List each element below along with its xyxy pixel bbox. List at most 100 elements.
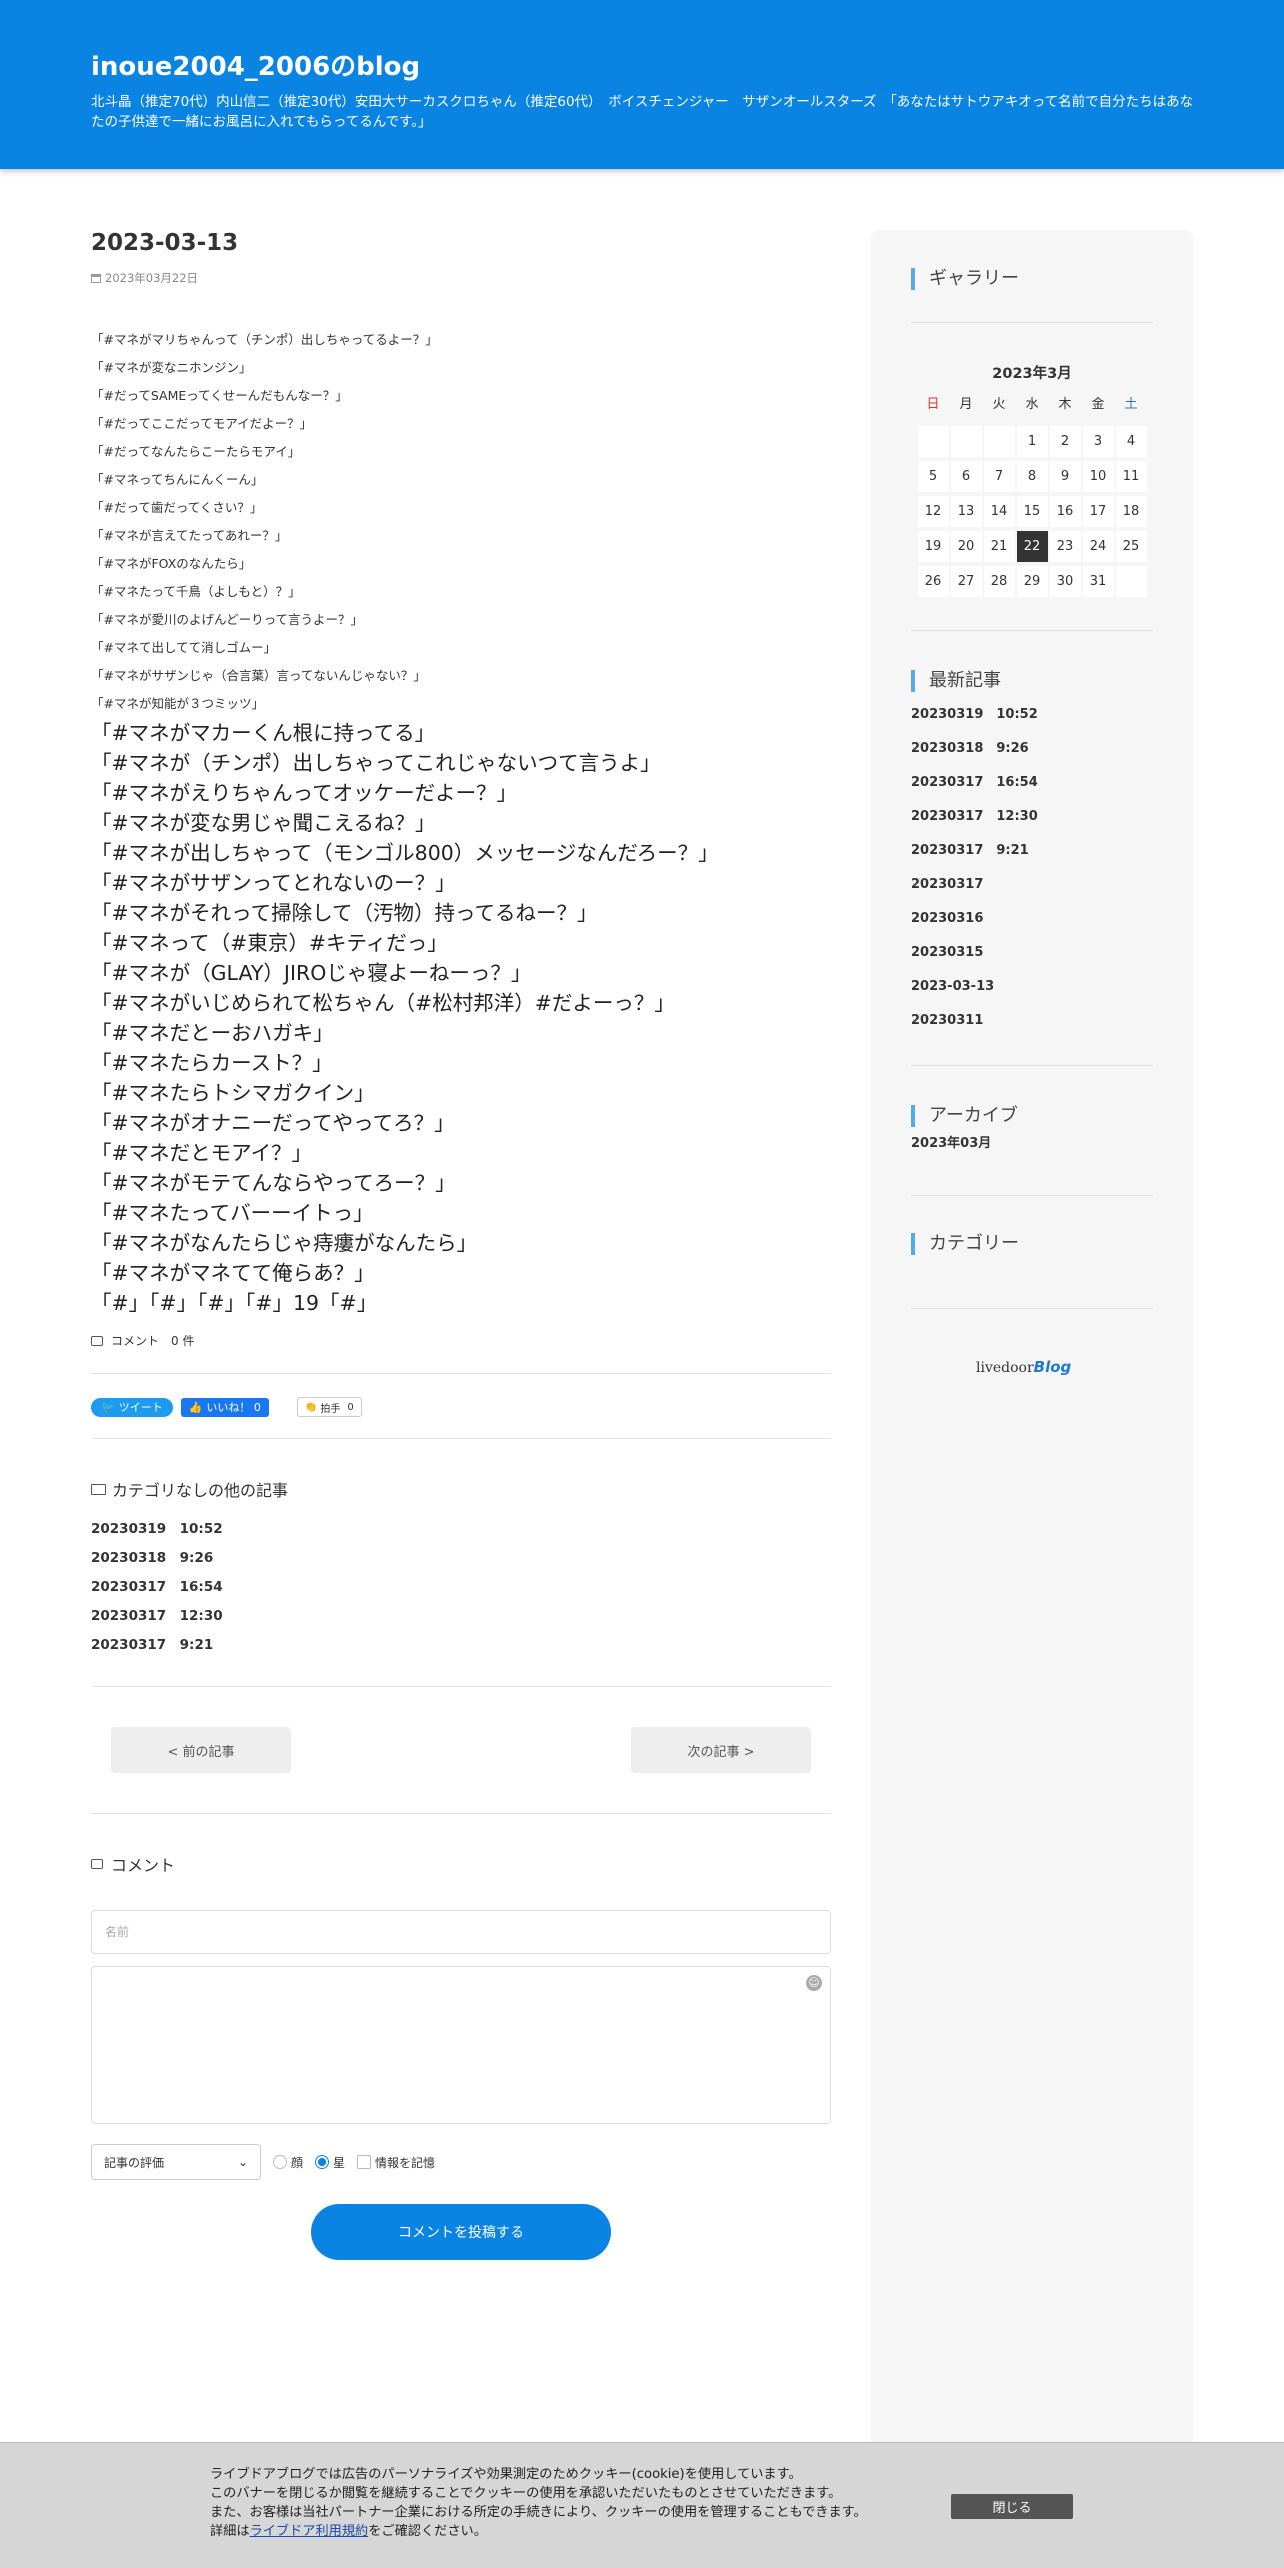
divider: [91, 1373, 831, 1374]
related-article-link[interactable]: 20230317 9:21: [91, 1631, 831, 1660]
recent-post-link[interactable]: 20230317 12:30: [911, 800, 1153, 834]
related-article-link[interactable]: 20230319 10:52: [91, 1515, 831, 1544]
cookie-close-button[interactable]: 閉じる: [951, 2494, 1073, 2519]
recent-post-link[interactable]: 20230317 16:54: [911, 766, 1153, 800]
recent-post-link[interactable]: 20230318 9:26: [911, 732, 1153, 766]
divider: [911, 1065, 1153, 1066]
recent-posts-list: 20230319 10:52 20230318 9:26 20230317 16:5…: [911, 698, 1153, 1038]
social-buttons: 🐦 ツイート 👍 いいね！ 0 👏 拍手 0: [91, 1396, 831, 1418]
tweet-button[interactable]: 🐦 ツイート: [91, 1397, 173, 1417]
face-radio-option[interactable]: 顔: [273, 2154, 303, 2171]
livedoor-blog-logo[interactable]: livedoorBlog: [976, 1358, 1071, 1376]
calendar-day: 29: [1016, 566, 1048, 597]
star-radio[interactable]: [315, 2155, 330, 2169]
calendar-day: 3: [1082, 426, 1114, 457]
livedoor-logo-text: livedoor: [976, 1360, 1034, 1376]
cookie-line-post: をご確認ください。: [368, 2524, 487, 2539]
star-radio-label: 星: [333, 2155, 346, 2170]
calendar-weekday: 火: [992, 396, 1006, 412]
calendar-day: 11: [1115, 461, 1147, 492]
post-line-large: 「#マネが（チンポ）出しちゃってこれじゃないつて言うよ」: [91, 751, 661, 775]
archive-link[interactable]: 2023年03月: [911, 1127, 1153, 1161]
calendar-day: 25: [1115, 531, 1147, 562]
post-line-large: 「#マネがマカーくん根に持ってる」: [91, 721, 436, 745]
post-line: 「#だってなんたらこーたらモアイ」: [91, 444, 301, 459]
blog-logo-text: Blog: [1033, 1358, 1072, 1376]
related-article-link[interactable]: 20230317 12:30: [91, 1602, 831, 1631]
post-date-text: 2023年03月22日: [105, 271, 199, 285]
post-line: 「#マネたって千鳥（よしもと）？」: [91, 584, 301, 599]
recent-post-link[interactable]: 2023-03-13: [911, 970, 1153, 1004]
emoji-icon[interactable]: ☺: [806, 1975, 822, 1991]
post-line-large: 「#マネがオナニーだってやってろ？」: [91, 1111, 455, 1135]
calendar-day[interactable]: 22: [1016, 531, 1048, 562]
star-radio-option[interactable]: 星: [315, 2154, 345, 2171]
category-section: カテゴリー: [911, 1233, 1153, 1255]
prev-article-button[interactable]: < 前の記事: [111, 1727, 291, 1773]
post-line: 「#マネってちんにんくーん」: [91, 472, 264, 487]
recent-post-link[interactable]: 20230317: [911, 868, 1153, 902]
blog-description: 北斗晶（推定70代）内山信二（推定30代）安田大サーカスクロちゃん（推定60代）…: [91, 94, 1194, 130]
post-line: 「#マネがFOXのなんたら」: [91, 556, 252, 571]
chevron-down-icon: ⌄: [237, 2155, 248, 2169]
submit-comment-button[interactable]: コメントを投稿する: [311, 2204, 611, 2260]
post-body-large: 「#マネがマカーくん根に持ってる」「#マネが（チンポ）出しちゃってこれじゃないつ…: [91, 718, 831, 1318]
comment-textarea[interactable]: ☺: [91, 1966, 831, 2124]
calendar-day: 26: [917, 566, 949, 597]
blog-title-link[interactable]: inoue2004_2006のblog: [91, 46, 420, 83]
calendar-day: 16: [1049, 496, 1081, 527]
post-line-large: 「#マネが（GLAY）JIROじゃ寝よーねーっ？」: [91, 961, 532, 985]
calendar-day: 10: [1082, 461, 1114, 492]
post-line-large: 「#マネがえりちゃんってオッケーだよー？」: [91, 781, 518, 805]
calendar-icon: [91, 273, 101, 283]
remember-checkbox[interactable]: [357, 2155, 372, 2169]
terms-link[interactable]: ライブドア利用規約: [250, 2524, 369, 2539]
related-article-link[interactable]: 20230317 16:54: [91, 1573, 831, 1602]
post-line: 「#マネが愛川のよげんどーりって言うよー？」: [91, 612, 363, 627]
post-line: 「#マネが知能が３つミッツ」: [91, 696, 264, 711]
archive-list: 2023年03月: [911, 1127, 1153, 1161]
post-line-large: 「#マネがマネてて俺らあ？」: [91, 1261, 375, 1285]
comment-count-link[interactable]: コメント 0 件: [91, 1332, 831, 1349]
calendar-day: 7: [983, 461, 1015, 492]
face-radio[interactable]: [273, 2155, 287, 2169]
comment-heading-text: コメント: [111, 1856, 176, 1875]
calendar-empty-cell: [917, 426, 949, 457]
recent-post-link[interactable]: 20230319 10:52: [911, 698, 1153, 732]
calendar-day: 9: [1049, 461, 1081, 492]
clap-button[interactable]: 👏 拍手 0: [296, 1397, 362, 1417]
remember-checkbox-label: 情報を記憶: [375, 2155, 436, 2170]
recent-post-link[interactable]: 20230315: [911, 936, 1153, 970]
post-line-large: 「#マネたらトシマガクイン」: [91, 1081, 375, 1105]
calendar-day: 23: [1049, 531, 1081, 562]
calendar-weekday: 金: [1091, 396, 1105, 412]
tweet-label: ツイート: [118, 1401, 163, 1414]
post-line: 「#マネがマリちゃんって（チンポ）出しちゃってるよー？」: [91, 332, 438, 347]
post-line-large: 「#マネがそれって掃除して（汚物）持ってるねー？」: [91, 901, 598, 925]
sidebar: ギャラリー 2023年3月 日月火水木金土 1 2 3 4 5 6 7 8 9 10 11 12 13 14…: [871, 230, 1193, 2568]
calendar-grid: 日月火水木金土 1 2 3 4 5 6 7 8 9 10 11 12 13 14 15 16 17 18 19 20 21…: [911, 391, 1153, 597]
post-line: 「#だってここだってモアイだよー？」: [91, 416, 313, 431]
gallery-heading: ギャラリー: [911, 268, 1153, 290]
recent-post-link[interactable]: 20230316: [911, 902, 1153, 936]
recent-post-link[interactable]: 20230311: [911, 1004, 1153, 1038]
next-article-button[interactable]: 次の記事 >: [631, 1727, 811, 1773]
category-heading: カテゴリー: [911, 1233, 1153, 1255]
name-input[interactable]: [91, 1910, 831, 1954]
facebook-like-button[interactable]: 👍 いいね！ 0: [180, 1397, 269, 1417]
calendar-day: 21: [983, 531, 1015, 562]
recent-post-link[interactable]: 20230317 9:21: [911, 834, 1153, 868]
gallery-section: ギャラリー: [911, 268, 1153, 290]
calendar-day: 27: [950, 566, 982, 597]
post-line-large: 「#マネがモテてんならやってろー？」: [91, 1171, 456, 1195]
related-article-link[interactable]: 20230318 9:26: [91, 1544, 831, 1573]
rating-select[interactable]: 記事の評価 ⌄: [91, 2144, 261, 2180]
calendar-title: 2023年3月: [992, 366, 1072, 382]
comment-bubble-icon: [91, 1335, 103, 1346]
clap-hands-icon: 👏: [304, 1401, 318, 1413]
like-label: いいね！ 0: [206, 1401, 261, 1414]
calendar-empty-cell: [1115, 566, 1147, 597]
remember-checkbox-option[interactable]: 情報を記憶: [357, 2154, 435, 2171]
post-line-large: 「#マネって（#東京）#キティだっ」: [91, 931, 448, 955]
calendar-day: 30: [1049, 566, 1081, 597]
